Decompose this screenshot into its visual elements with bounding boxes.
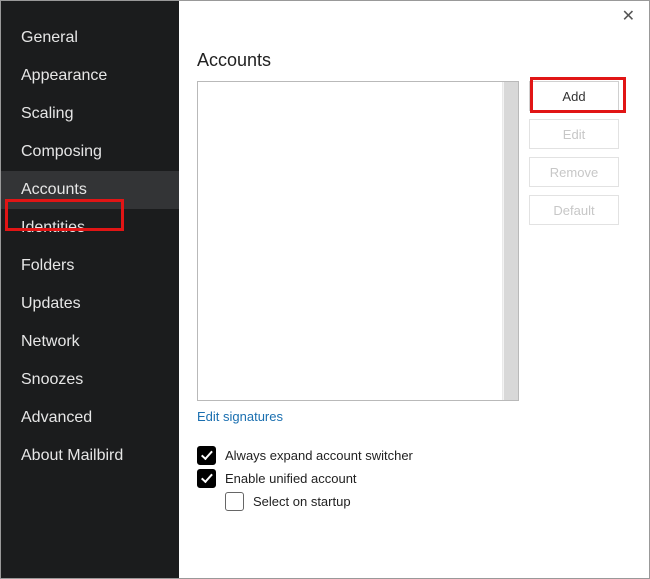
sidebar-item-label: Advanced — [21, 409, 92, 426]
sidebar-item-general[interactable]: General — [1, 19, 179, 57]
sidebar-item-label: Updates — [21, 295, 81, 312]
checkbox-label: Enable unified account — [225, 471, 357, 486]
scrollbar-track — [502, 82, 518, 400]
sidebar-item-label: General — [21, 29, 78, 46]
edit-button[interactable]: Edit — [529, 119, 619, 149]
sidebar-item-composing[interactable]: Composing — [1, 133, 179, 171]
add-button[interactable]: Add — [529, 81, 619, 111]
sidebar-item-label: Appearance — [21, 67, 107, 84]
main-panel: Accounts Edit signatures Always expand a… — [179, 1, 649, 578]
sidebar-item-appearance[interactable]: Appearance — [1, 57, 179, 95]
sidebar-item-accounts[interactable]: Accounts — [1, 171, 179, 209]
checkbox-icon — [197, 469, 216, 488]
edit-signatures-link[interactable]: Edit signatures — [197, 409, 283, 424]
checkbox-icon — [197, 446, 216, 465]
scrollbar-thumb[interactable] — [504, 82, 518, 400]
checkbox-select-on-startup[interactable]: Select on startup — [225, 492, 519, 511]
checkbox-enable-unified[interactable]: Enable unified account — [197, 469, 519, 488]
sidebar-item-advanced[interactable]: Advanced — [1, 399, 179, 437]
checkbox-always-expand[interactable]: Always expand account switcher — [197, 446, 519, 465]
button-column: Add Edit Remove Default — [529, 81, 619, 225]
checkbox-group: Always expand account switcher Enable un… — [197, 446, 519, 511]
sidebar-item-label: Snoozes — [21, 371, 83, 388]
sidebar-item-label: Folders — [21, 257, 74, 274]
page-title: Accounts — [197, 50, 635, 71]
sidebar-item-label: Network — [21, 333, 80, 350]
sidebar-item-label: About Mailbird — [21, 447, 123, 464]
sidebar-item-label: Accounts — [21, 181, 87, 198]
sidebar-item-updates[interactable]: Updates — [1, 285, 179, 323]
sidebar-item-about[interactable]: About Mailbird — [1, 437, 179, 475]
sidebar-item-folders[interactable]: Folders — [1, 247, 179, 285]
sidebar-item-scaling[interactable]: Scaling — [1, 95, 179, 133]
sidebar-item-network[interactable]: Network — [1, 323, 179, 361]
checkbox-icon — [225, 492, 244, 511]
checkbox-label: Always expand account switcher — [225, 448, 413, 463]
accounts-listbox[interactable] — [197, 81, 519, 401]
remove-button[interactable]: Remove — [529, 157, 619, 187]
sidebar-item-snoozes[interactable]: Snoozes — [1, 361, 179, 399]
sidebar-item-label: Identities — [21, 219, 85, 236]
sidebar: General Appearance Scaling Composing Acc… — [1, 1, 179, 578]
sidebar-item-label: Composing — [21, 143, 102, 160]
checkbox-label: Select on startup — [253, 494, 351, 509]
sidebar-item-label: Scaling — [21, 105, 73, 122]
sidebar-item-identities[interactable]: Identities — [1, 209, 179, 247]
default-button[interactable]: Default — [529, 195, 619, 225]
